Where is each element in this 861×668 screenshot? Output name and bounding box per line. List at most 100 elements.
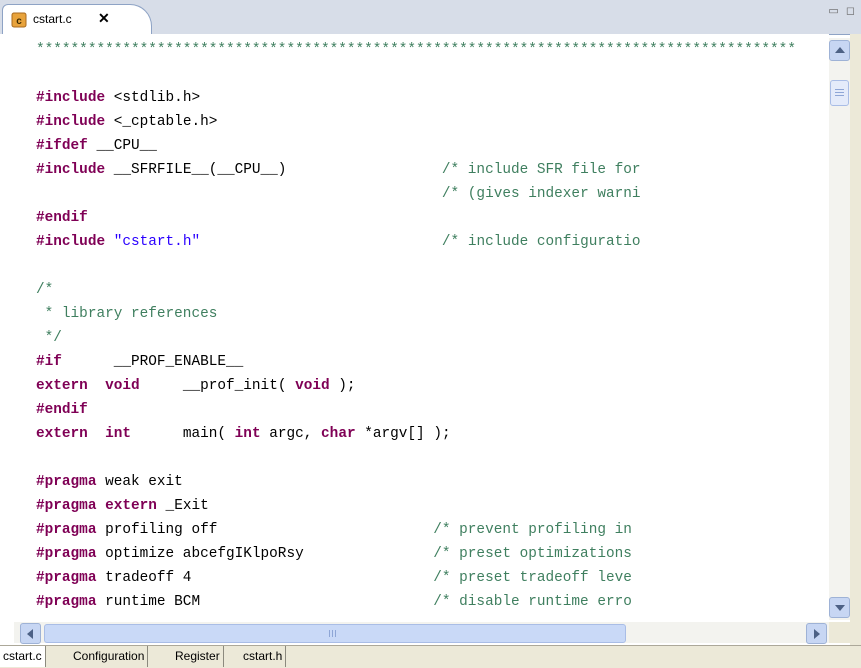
page-tab-register[interactable]: Register [172, 646, 224, 667]
code-line[interactable]: #include "cstart.h" /* include configura… [36, 230, 796, 254]
arrow-up-icon [835, 47, 845, 53]
page-tab-cstart-h[interactable]: cstart.h [240, 646, 287, 667]
code-token: *argv[] ); [355, 426, 451, 442]
editor-tab-cstart-c[interactable]: c cstart.c ✕ [2, 4, 152, 35]
code-token: _Exit [156, 498, 209, 514]
code-line[interactable]: #include <stdlib.h> [36, 86, 796, 110]
code-line[interactable]: #pragma extern _Exit [36, 494, 796, 518]
code-line[interactable]: extern void __prof_init( void ); [36, 374, 796, 398]
code-line[interactable] [36, 254, 796, 278]
code-line[interactable]: #if __PROF_ENABLE__ [36, 350, 796, 374]
code-line[interactable]: extern int main( int argc, char *argv[] … [36, 422, 796, 446]
code-token: #include [36, 114, 106, 130]
code-token: "cstart.h" [113, 234, 201, 250]
editor-tab-strip: c cstart.c ✕ ▭ ◻ [0, 0, 861, 35]
code-token: #include [36, 162, 106, 178]
window-controls: ▭ ◻ [828, 4, 857, 17]
code-token: #ifdef [36, 138, 88, 154]
code-line[interactable]: ****************************************… [36, 38, 796, 62]
code-token: main( [131, 426, 235, 442]
maximize-icon[interactable]: ◻ [846, 5, 857, 17]
editor-page-tabs: cstart.c Configuration Register cstart.h [0, 645, 861, 668]
code-line[interactable]: /* (gives indexer warni [36, 182, 796, 206]
code-token: /* prevent profiling in [433, 522, 632, 538]
code-token: /* preset optimizations [433, 546, 632, 562]
code-token: #pragma [36, 594, 97, 610]
arrow-down-icon [835, 605, 845, 611]
code-token: /* (gives indexer warni [441, 186, 641, 202]
vertical-scroll-thumb[interactable] [830, 80, 849, 106]
code-text[interactable]: ****************************************… [36, 38, 796, 614]
code-line[interactable]: #pragma weak exit [36, 470, 796, 494]
code-token: optimize abcefgIKlpoRsy [96, 546, 434, 562]
code-token: #pragma [36, 570, 97, 586]
code-token: extern [36, 378, 88, 394]
code-token: __prof_init( [139, 378, 296, 394]
page-tab-configuration[interactable]: Configuration [70, 646, 149, 667]
code-token: #pragma [36, 474, 97, 490]
code-line[interactable]: #include <_cptable.h> [36, 110, 796, 134]
code-token: runtime BCM [96, 594, 434, 610]
code-token: * library references [36, 306, 218, 322]
page-tab-cstart-c[interactable]: cstart.c [0, 646, 46, 667]
horizontal-scrollbar[interactable] [14, 622, 829, 644]
code-token: __CPU__ [87, 138, 157, 154]
code-line[interactable] [36, 446, 796, 470]
scroll-down-button[interactable] [829, 597, 850, 618]
code-editor[interactable]: ****************************************… [14, 34, 829, 620]
code-line[interactable]: #ifdef __CPU__ [36, 134, 796, 158]
code-line[interactable]: #pragma profiling off /* prevent profili… [36, 518, 796, 542]
scroll-up-button[interactable] [829, 40, 850, 61]
code-token: weak exit [96, 474, 183, 490]
code-token: ); [329, 378, 356, 394]
code-line[interactable]: * library references [36, 302, 796, 326]
svg-text:c: c [16, 16, 22, 27]
close-icon[interactable]: ✕ [98, 10, 110, 26]
code-token: extern [105, 498, 157, 514]
code-token: ****************************************… [36, 42, 796, 58]
scroll-right-button[interactable] [806, 623, 827, 644]
code-line[interactable]: #endif [36, 206, 796, 230]
code-token: argc, [260, 426, 322, 442]
code-token: #endif [36, 210, 88, 226]
code-token: #pragma [36, 498, 97, 514]
code-token: /* include SFR file for [441, 162, 641, 178]
code-token: __PROF_ENABLE__ [61, 354, 244, 370]
editor-left-ruler [0, 34, 14, 620]
code-line[interactable]: #include __SFRFILE__(__CPU__) /* include… [36, 158, 796, 182]
code-token: int [234, 426, 261, 442]
code-token: #endif [36, 402, 88, 418]
scroll-left-button[interactable] [20, 623, 41, 644]
code-line[interactable]: #endif [36, 398, 796, 422]
code-line[interactable]: /* [36, 278, 796, 302]
code-token: int [105, 426, 132, 442]
horizontal-scroll-thumb[interactable] [44, 624, 626, 643]
code-token: void [295, 378, 330, 394]
code-line[interactable] [36, 62, 796, 86]
scrollbar-corner [829, 622, 850, 643]
code-line[interactable]: #pragma tradeoff 4 /* preset tradeoff le… [36, 566, 796, 590]
code-line[interactable]: */ [36, 326, 796, 350]
code-token: <_cptable.h> [105, 114, 218, 130]
editor-window: c cstart.c ✕ ▭ ◻ ***********************… [0, 0, 861, 668]
code-token: void [105, 378, 140, 394]
code-line[interactable]: #pragma runtime BCM /* disable runtime e… [36, 590, 796, 614]
code-token: <stdlib.h> [105, 90, 201, 106]
minimize-icon[interactable]: ▭ [828, 5, 840, 17]
vertical-scrollbar[interactable] [829, 38, 850, 620]
code-token: __SFRFILE__(__CPU__) [105, 162, 442, 178]
code-token: tradeoff 4 [96, 570, 434, 586]
grip-icon [835, 89, 844, 90]
code-token: /* preset tradeoff leve [433, 570, 632, 586]
code-token: /* include configuratio [441, 234, 641, 250]
code-token: #if [36, 354, 62, 370]
arrow-right-icon [814, 629, 820, 639]
code-token: #include [36, 90, 106, 106]
c-source-file-icon: c [11, 12, 27, 28]
code-line[interactable]: #pragma optimize abcefgIKlpoRsy /* prese… [36, 542, 796, 566]
